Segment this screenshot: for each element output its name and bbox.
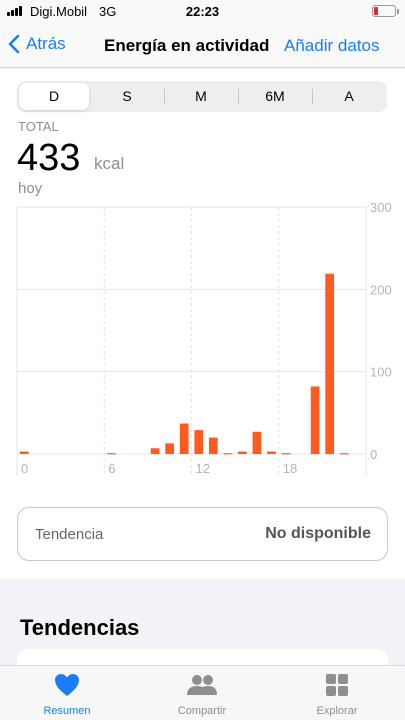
page-title: Energía en actividad bbox=[104, 36, 270, 55]
total-label: TOTAL bbox=[18, 119, 59, 134]
tab-bar: Resumen Compartir Explorar bbox=[0, 665, 405, 720]
tab-summary[interactable]: Resumen bbox=[12, 672, 122, 717]
segment-month[interactable]: M bbox=[166, 83, 236, 110]
x-tick-label: 0 bbox=[21, 461, 28, 476]
add-data-button[interactable]: Añadir datos bbox=[284, 36, 379, 56]
back-button[interactable]: Atrás bbox=[8, 34, 66, 54]
tab-explore[interactable]: Explorar bbox=[282, 672, 392, 717]
x-tick-label: 18 bbox=[283, 461, 297, 476]
total-value: 433 bbox=[17, 137, 81, 179]
clock: 22:23 bbox=[185, 4, 220, 19]
chart-bar bbox=[281, 453, 291, 455]
segment-day[interactable]: D bbox=[19, 83, 89, 110]
tab-summary-label: Resumen bbox=[43, 705, 91, 717]
trend-value: No disponible bbox=[265, 525, 371, 542]
chevron-left-icon bbox=[8, 34, 20, 54]
chart-bar bbox=[179, 423, 189, 454]
trends-heading: Tendencias bbox=[20, 615, 140, 640]
y-tick-label: 0 bbox=[370, 447, 377, 462]
chart-bar bbox=[267, 451, 276, 454]
tab-share[interactable]: Compartir bbox=[147, 672, 257, 717]
navigation-bar: Atrás Energía en actividad Añadir datos bbox=[0, 24, 405, 68]
x-tick-label: 12 bbox=[196, 461, 210, 476]
y-tick-label: 300 bbox=[370, 202, 392, 215]
chart-bar bbox=[238, 451, 247, 454]
trend-label: Tendencia bbox=[35, 526, 104, 543]
period-label: hoy bbox=[18, 180, 43, 197]
chart-bar bbox=[252, 431, 262, 454]
trend-row[interactable]: Tendencia No disponible bbox=[17, 507, 388, 561]
total-unit: kcal bbox=[94, 154, 125, 173]
chart-bar bbox=[339, 453, 349, 455]
heart-icon bbox=[55, 674, 79, 696]
chart-bar bbox=[310, 386, 320, 454]
segment-6-months[interactable]: 6M bbox=[240, 83, 310, 110]
people-icon bbox=[187, 675, 217, 695]
chart-bar bbox=[208, 437, 218, 454]
x-tick-label: 6 bbox=[108, 461, 115, 476]
back-label: Atrás bbox=[26, 34, 66, 53]
segment-week[interactable]: S bbox=[92, 83, 162, 110]
segment-year[interactable]: A bbox=[314, 83, 384, 110]
chart-bar bbox=[150, 448, 160, 454]
status-bar: Digi.Mobil 3G 22:23 bbox=[0, 0, 405, 24]
chart-bar bbox=[325, 273, 335, 454]
chart-bar bbox=[165, 443, 175, 454]
grid-icon bbox=[326, 674, 348, 696]
y-tick-label: 100 bbox=[370, 365, 392, 380]
tab-explore-label: Explorar bbox=[316, 705, 358, 717]
y-tick-label: 200 bbox=[370, 282, 392, 297]
time-range-selector[interactable]: D S M 6M A bbox=[17, 81, 387, 112]
chart-bar bbox=[19, 451, 29, 454]
chart-bar bbox=[223, 453, 233, 455]
energy-bar-chart[interactable]: 0 100 200 300 0 6 12 18 bbox=[0, 202, 405, 477]
tab-share-label: Compartir bbox=[177, 705, 227, 717]
chart-card: D S M 6M A TOTAL 433 kcal hoy 0 100 200 300… bbox=[0, 69, 405, 579]
chart-bar bbox=[107, 453, 116, 455]
chart-bar bbox=[194, 430, 204, 454]
battery-icon bbox=[372, 5, 399, 17]
